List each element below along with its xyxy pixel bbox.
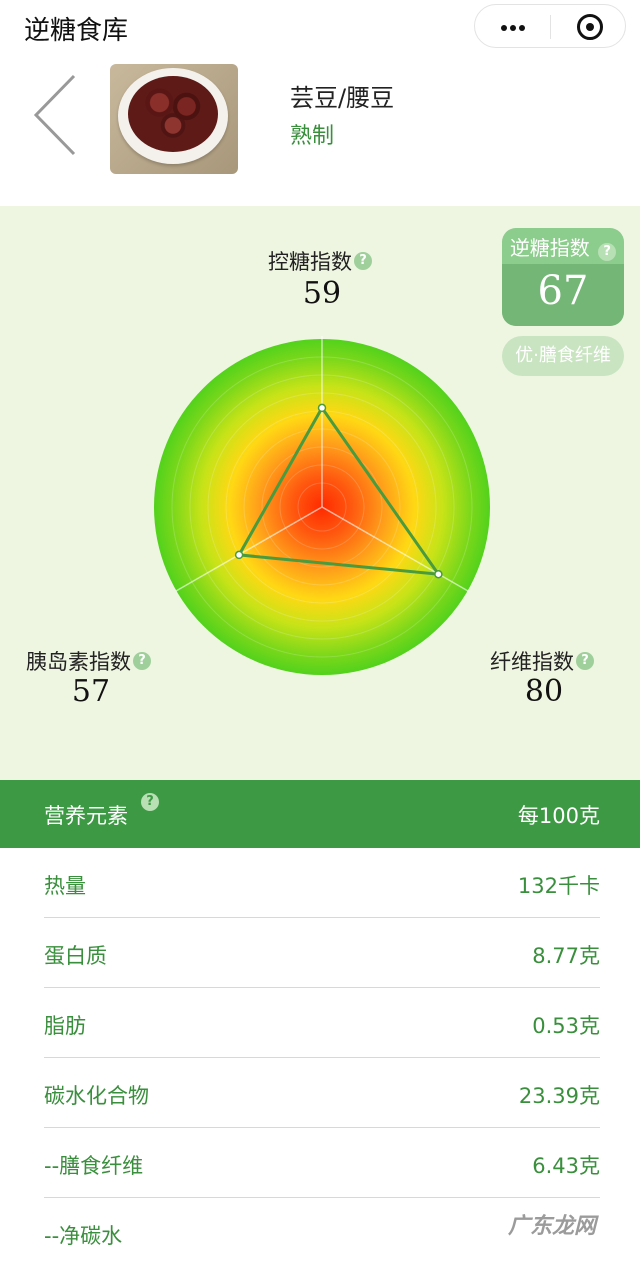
nutrient-name: 脂肪 bbox=[44, 1014, 86, 1038]
watermark: 广东龙网 bbox=[508, 1214, 597, 1239]
nutrition-title: 营养元素 bbox=[44, 804, 128, 828]
nutrition-list: 热量 132千卡 蛋白质 8.77克 脂肪 0.53克 碳水化合物 23.39克… bbox=[0, 848, 640, 1268]
nutrient-name: 热量 bbox=[44, 874, 86, 898]
back-arrow-icon[interactable] bbox=[30, 72, 80, 158]
control-index-label: 控糖指数 ? bbox=[268, 246, 372, 276]
kidney-beans-image bbox=[128, 76, 218, 152]
food-state: 熟制 bbox=[290, 124, 335, 149]
close-miniprogram-icon[interactable] bbox=[577, 14, 603, 40]
radar-panel: 控糖指数 ? 59 胰岛素指数 ? 57 纤维指数 ? 80 逆糖指数 ? 67… bbox=[0, 206, 640, 780]
top-bar: 逆糖食库 bbox=[0, 0, 640, 54]
nutrient-value: 8.77克 bbox=[532, 944, 600, 968]
insulin-index-text: 胰岛素指数 bbox=[26, 650, 131, 674]
food-header: 芸豆/腰豆 熟制 bbox=[0, 54, 640, 206]
nutrition-header: 营养元素 ? 每100克 bbox=[0, 780, 640, 848]
nutrient-name: --净碳水 bbox=[44, 1224, 123, 1248]
nutrient-value: 6.43克 bbox=[532, 1154, 600, 1178]
fiber-index-label: 纤维指数 ? bbox=[490, 646, 594, 676]
fiber-help-icon[interactable]: ? bbox=[576, 652, 594, 670]
food-image bbox=[110, 64, 238, 174]
index-value-box: 67 bbox=[502, 264, 624, 326]
nutrition-unit: 每100克 bbox=[517, 804, 600, 828]
fiber-quality-tag: 优·膳食纤维 bbox=[502, 336, 624, 376]
nutrition-row-energy: 热量 132千卡 bbox=[0, 848, 640, 918]
miniprogram-capsule bbox=[474, 4, 626, 48]
radar-point-fiber bbox=[434, 569, 443, 579]
nutrient-value: 23.39克 bbox=[518, 1084, 600, 1108]
insulin-index-label: 胰岛素指数 ? bbox=[26, 646, 151, 676]
insulin-help-icon[interactable]: ? bbox=[133, 652, 151, 670]
reverse-sugar-index-label: 逆糖指数 ? bbox=[502, 232, 624, 261]
control-index-value: 59 bbox=[302, 276, 342, 311]
insulin-index-value: 57 bbox=[71, 674, 111, 709]
control-index-text: 控糖指数 bbox=[268, 250, 352, 274]
nutrient-value: 0.53克 bbox=[532, 1014, 600, 1038]
more-icon[interactable] bbox=[501, 25, 525, 31]
nutrient-name: 碳水化合物 bbox=[44, 1084, 149, 1108]
nutrition-row-dietary-fiber: --膳食纤维 6.43克 bbox=[0, 1128, 640, 1198]
nutrition-help-icon[interactable]: ? bbox=[141, 793, 159, 811]
nutrient-name: 蛋白质 bbox=[44, 944, 107, 968]
capsule-divider bbox=[550, 15, 551, 39]
reverse-sugar-index-value: 67 bbox=[537, 268, 589, 314]
radar-point-control bbox=[317, 403, 327, 413]
nutrition-row-carbohydrate: 碳水化合物 23.39克 bbox=[0, 1058, 640, 1128]
reverse-sugar-index-card[interactable]: 逆糖指数 ? 67 bbox=[502, 228, 624, 326]
nutrition-row-fat: 脂肪 0.53克 bbox=[0, 988, 640, 1058]
nutrient-name: --膳食纤维 bbox=[44, 1154, 144, 1178]
fiber-index-value: 80 bbox=[524, 674, 564, 709]
fiber-index-text: 纤维指数 bbox=[490, 650, 574, 674]
nutrition-row-protein: 蛋白质 8.77克 bbox=[0, 918, 640, 988]
app-title: 逆糖食库 bbox=[24, 16, 129, 46]
radar-point-insulin bbox=[234, 550, 244, 560]
nutrient-value: 132千卡 bbox=[517, 874, 600, 898]
food-name: 芸豆/腰豆 bbox=[290, 84, 395, 112]
index-help-icon[interactable]: ? bbox=[598, 243, 617, 261]
control-help-icon[interactable]: ? bbox=[354, 252, 372, 270]
